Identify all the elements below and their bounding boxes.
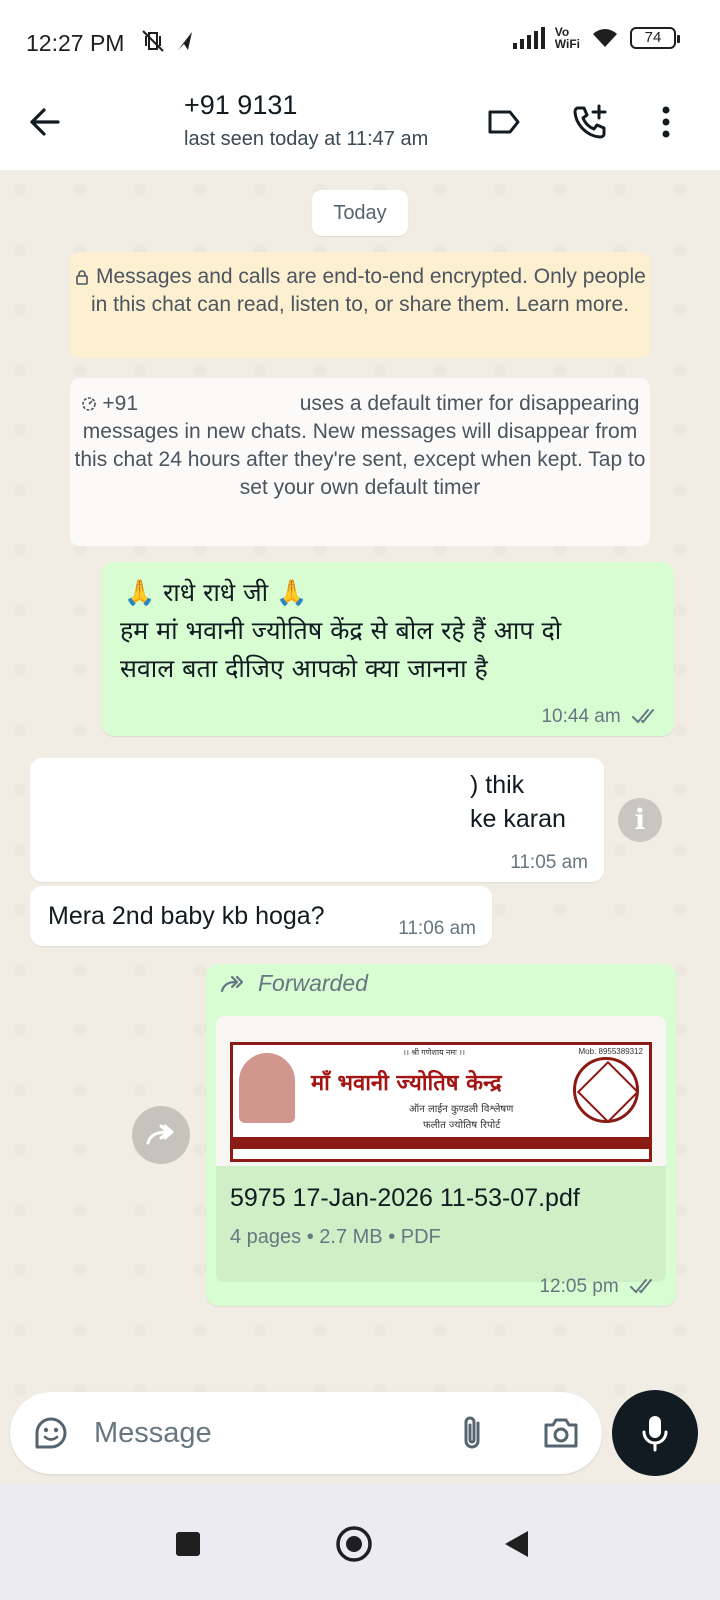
add-call-button[interactable] bbox=[568, 100, 612, 144]
home-button[interactable] bbox=[334, 1524, 374, 1564]
signal-icon bbox=[512, 27, 545, 49]
read-ticks-icon bbox=[632, 709, 654, 724]
preview-mantra: ।। श्री गणेशाय नमः ।। bbox=[403, 1048, 466, 1057]
triangle-back-icon bbox=[505, 1531, 528, 1557]
document-preview: ।। श्री गणेशाय नमः ।। Mob. 8955389312 मा… bbox=[216, 1016, 666, 1166]
message-outgoing-document[interactable]: Forwarded ।। श्री गणेशाय नमः ।। Mob. 895… bbox=[206, 964, 676, 1306]
forward-button[interactable] bbox=[132, 1106, 190, 1164]
message-text-fragment1: ) thik bbox=[470, 766, 524, 804]
message-composer bbox=[10, 1392, 602, 1474]
document-meta: 4 pages • 2.7 MB • PDF bbox=[230, 1226, 441, 1248]
back-nav-button[interactable] bbox=[496, 1524, 536, 1564]
arrow-left-icon bbox=[30, 108, 60, 136]
disappearing-timer-notice[interactable]: +91 uses a default timer for disappearin… bbox=[70, 378, 650, 546]
document-file-name: 5975 17-Jan-2026 11-53-07.pdf bbox=[230, 1184, 580, 1212]
navigation-arrow-icon bbox=[178, 32, 192, 50]
forwarded-icon bbox=[220, 975, 244, 992]
forwarded-text: Forwarded bbox=[258, 970, 368, 996]
message-text-line1: 🙏 राधे राधे जी 🙏 bbox=[124, 578, 308, 607]
read-ticks-icon bbox=[630, 1279, 652, 1294]
timer-notice-text: uses a default timer for disappearing me… bbox=[74, 392, 646, 499]
message-text-fragment2: ke karan bbox=[470, 805, 566, 833]
message-time: 11:05 am bbox=[510, 852, 588, 873]
date-chip: Today bbox=[312, 190, 408, 236]
encryption-notice-text: Messages and calls are end-to-end encryp… bbox=[90, 265, 646, 316]
message-input[interactable] bbox=[94, 1412, 434, 1454]
status-time: 12:27 PM bbox=[26, 30, 125, 56]
preview-title: माँ भवानी ज्योतिष केन्द्र bbox=[311, 1070, 502, 1096]
voice-record-button[interactable] bbox=[612, 1390, 698, 1476]
battery-indicator: 74 bbox=[630, 27, 680, 49]
status-right-icons: Vo WiFi 74 bbox=[512, 25, 680, 51]
square-icon bbox=[176, 1532, 200, 1556]
last-seen-status[interactable]: last seen today at 11:47 am bbox=[184, 128, 428, 151]
message-incoming[interactable]: Mera 2nd baby kb hoga? 11:06 am bbox=[30, 886, 492, 946]
partial-char: ) bbox=[470, 771, 486, 799]
message-text: Mera 2nd baby kb hoga? bbox=[48, 902, 325, 930]
label-tag-icon bbox=[488, 110, 520, 134]
preview-subtitle2: फलीत ज्योतिष रिपोर्ट bbox=[423, 1120, 501, 1131]
sticker-button[interactable] bbox=[28, 1410, 74, 1456]
status-left-icons bbox=[140, 28, 196, 54]
message-time: 11:06 am bbox=[398, 918, 476, 939]
paperclip-icon bbox=[464, 1416, 480, 1449]
message-text-line2: हम मां भवानी ज्योतिष केंद्र से बोल रहे ह… bbox=[120, 616, 562, 683]
label-button[interactable] bbox=[482, 100, 526, 144]
goddess-image bbox=[239, 1053, 295, 1123]
status-bar: 12:27 PM Vo WiFi 74 bbox=[0, 0, 720, 84]
more-vertical-icon bbox=[662, 106, 670, 138]
message-time-text: 10:44 am bbox=[541, 706, 621, 727]
attach-button[interactable] bbox=[450, 1410, 496, 1456]
preview-subtitle: ऑन लाईन कुण्डली विश्लेषण bbox=[409, 1104, 514, 1115]
system-navigation-bar bbox=[0, 1484, 720, 1600]
recents-button[interactable] bbox=[168, 1524, 208, 1564]
forwarded-label: Forwarded bbox=[220, 970, 368, 997]
preview-mobile: Mob. 8955389312 bbox=[578, 1047, 644, 1056]
phone-plus-icon bbox=[573, 104, 607, 139]
chat-area[interactable]: Today Messages and calls are end-to-end … bbox=[0, 170, 720, 1510]
vowifi-label: Vo WiFi bbox=[554, 25, 580, 51]
timer-icon bbox=[81, 397, 96, 411]
back-button[interactable] bbox=[24, 100, 68, 144]
document-banner: ।। श्री गणेशाय नमः ।। Mob. 8955389312 मा… bbox=[230, 1042, 652, 1162]
info-icon[interactable]: i bbox=[618, 798, 662, 842]
message-time: 10:44 am bbox=[541, 706, 660, 728]
message-incoming[interactable]: ) thik ke karan 11:05 am bbox=[30, 758, 604, 882]
document-card[interactable]: ।। श्री गणेशाय नमः ।। Mob. 8955389312 मा… bbox=[216, 1016, 666, 1282]
chakra-diagram bbox=[573, 1057, 639, 1123]
message-fragment-1: thik bbox=[485, 771, 525, 799]
message-time-text: 12:05 pm bbox=[539, 1276, 619, 1297]
home-circle-icon bbox=[336, 1526, 372, 1562]
camera-button[interactable] bbox=[538, 1410, 584, 1456]
sticker-icon bbox=[35, 1417, 67, 1449]
wifi-icon bbox=[593, 29, 617, 47]
preview-stripe bbox=[233, 1137, 649, 1149]
forward-arrow-icon bbox=[146, 1124, 174, 1145]
contact-name[interactable]: +91 9131 bbox=[184, 90, 297, 121]
encryption-notice[interactable]: Messages and calls are end-to-end encryp… bbox=[70, 252, 650, 358]
message-time: 12:05 pm bbox=[539, 1276, 658, 1298]
muted-vibrate-icon bbox=[142, 30, 164, 52]
timer-notice-prefix: +91 bbox=[102, 392, 139, 415]
message-outgoing[interactable]: 🙏 राधे राधे जी 🙏 हम मां भवानी ज्योतिष के… bbox=[102, 562, 674, 736]
more-options-button[interactable] bbox=[644, 100, 688, 144]
microphone-icon bbox=[642, 1416, 668, 1452]
chat-header: +91 9131 last seen today at 11:47 am bbox=[0, 84, 720, 170]
lock-icon bbox=[76, 270, 88, 285]
camera-icon bbox=[544, 1418, 578, 1448]
